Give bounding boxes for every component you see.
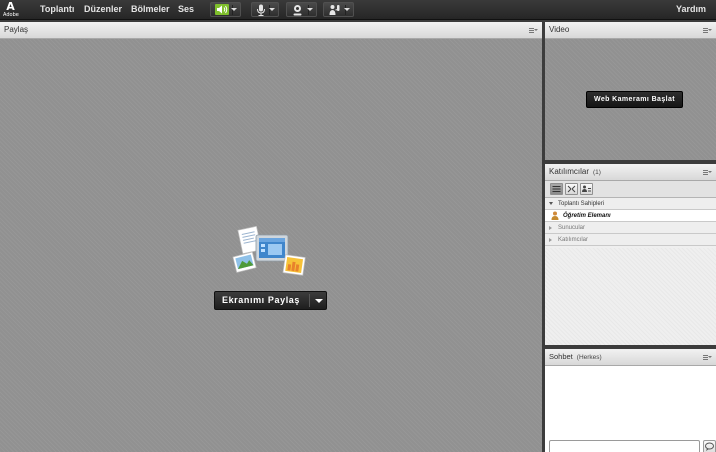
group-presenters[interactable]: Sunucular xyxy=(545,222,716,234)
video-pod-header: Video xyxy=(545,22,716,39)
video-stage: Web Kameramı Başlat xyxy=(545,39,716,160)
collapse-arrow-icon[interactable] xyxy=(549,202,553,205)
role-view-icon xyxy=(582,185,591,192)
chat-scope: (Herkes) xyxy=(576,354,602,361)
attendee-list-empty-area xyxy=(545,248,716,345)
chat-pod: Sohbet (Herkes) xyxy=(545,349,716,452)
webcam-icon xyxy=(293,5,302,16)
role-view-button[interactable] xyxy=(580,183,593,195)
share-my-screen-label: Ekranımı Paylaş xyxy=(221,295,301,305)
share-documents-icon xyxy=(232,225,306,276)
microphone-dropdown-icon[interactable] xyxy=(269,8,275,11)
share-pod-header: Paylaş xyxy=(0,22,542,39)
share-pod-title: Paylaş xyxy=(4,25,29,34)
menu-audio[interactable]: Ses xyxy=(178,4,194,14)
chat-pod-header: Sohbet (Herkes) xyxy=(545,349,716,366)
list-view-icon xyxy=(552,186,561,192)
speaker-button[interactable] xyxy=(210,2,241,17)
adobe-logo: A Adobe xyxy=(3,0,19,19)
connect-meeting-window: A Adobe Toplantı Düzenler Bölmeler Ses Y… xyxy=(0,0,716,452)
webcam-button[interactable] xyxy=(286,2,317,17)
grid-view-icon xyxy=(567,185,576,193)
attendees-view-toolbar xyxy=(545,181,716,198)
adobe-logo-word: Adobe xyxy=(3,12,19,18)
grid-view-button[interactable] xyxy=(565,183,578,195)
pod-options-icon[interactable] xyxy=(703,170,712,175)
menu-meeting[interactable]: Toplantı xyxy=(40,4,74,14)
pod-options-icon[interactable] xyxy=(703,355,712,360)
share-stage: Ekranımı Paylaş xyxy=(0,39,542,452)
raise-hand-icon xyxy=(329,5,340,15)
video-pod: Video Web Kameramı Başlat xyxy=(545,22,716,160)
menu-pods[interactable]: Bölmeler xyxy=(131,4,170,14)
attendee-name: Öğretim Elemanı xyxy=(563,213,611,219)
share-pod: Paylaş Ekranımı Paylaş xyxy=(0,22,542,452)
chat-message-input[interactable] xyxy=(549,440,700,452)
attendees-pod-title: Katılımcılar (1) xyxy=(549,167,601,176)
chat-messages xyxy=(545,366,716,452)
microphone-button[interactable] xyxy=(251,2,279,17)
share-my-screen-button[interactable]: Ekranımı Paylaş xyxy=(214,291,327,310)
send-message-button[interactable] xyxy=(703,440,716,452)
pod-options-icon[interactable] xyxy=(703,28,712,33)
menu-layouts[interactable]: Düzenler xyxy=(84,4,122,14)
webcam-dropdown-icon[interactable] xyxy=(307,8,313,11)
attendee-list: Toplantı Sahipleri Öğretim Elemanı Sunuc… xyxy=(545,198,716,345)
attendees-title-text: Katılımcılar xyxy=(549,167,590,176)
group-hosts[interactable]: Toplantı Sahipleri xyxy=(545,198,716,210)
host-user-icon xyxy=(551,211,559,220)
attendees-pod: Katılımcılar (1) Toplantı Sahipleri Öğre… xyxy=(545,164,716,345)
group-hosts-label: Toplantı Sahipleri xyxy=(558,201,605,207)
list-view-button[interactable] xyxy=(550,183,563,195)
chat-title-text: Sohbet xyxy=(549,352,573,361)
status-button[interactable] xyxy=(323,2,354,17)
status-dropdown-icon[interactable] xyxy=(344,8,350,11)
group-participants[interactable]: Katılımcılar xyxy=(545,234,716,246)
chat-pod-title: Sohbet (Herkes) xyxy=(549,352,602,361)
speaker-dropdown-icon[interactable] xyxy=(231,8,237,11)
adobe-logo-mark: A xyxy=(6,0,15,13)
expand-arrow-icon[interactable] xyxy=(549,238,552,242)
pod-options-icon[interactable] xyxy=(529,28,538,33)
start-webcam-button[interactable]: Web Kameramı Başlat xyxy=(586,91,683,108)
chat-bubble-icon xyxy=(705,442,714,451)
attendee-row[interactable]: Öğretim Elemanı xyxy=(545,210,716,222)
menubar: A Adobe Toplantı Düzenler Bölmeler Ses Y… xyxy=(0,0,716,20)
microphone-icon xyxy=(257,4,265,16)
attendees-pod-header: Katılımcılar (1) xyxy=(545,164,716,181)
group-participants-label: Katılımcılar xyxy=(558,237,589,243)
speaker-icon xyxy=(215,4,229,15)
menu-help[interactable]: Yardım xyxy=(676,4,706,14)
group-presenters-label: Sunucular xyxy=(558,225,586,231)
video-pod-title: Video xyxy=(549,25,570,34)
share-options-dropdown-icon[interactable] xyxy=(315,299,323,303)
expand-arrow-icon[interactable] xyxy=(549,226,552,230)
attendee-count: (1) xyxy=(593,169,601,176)
